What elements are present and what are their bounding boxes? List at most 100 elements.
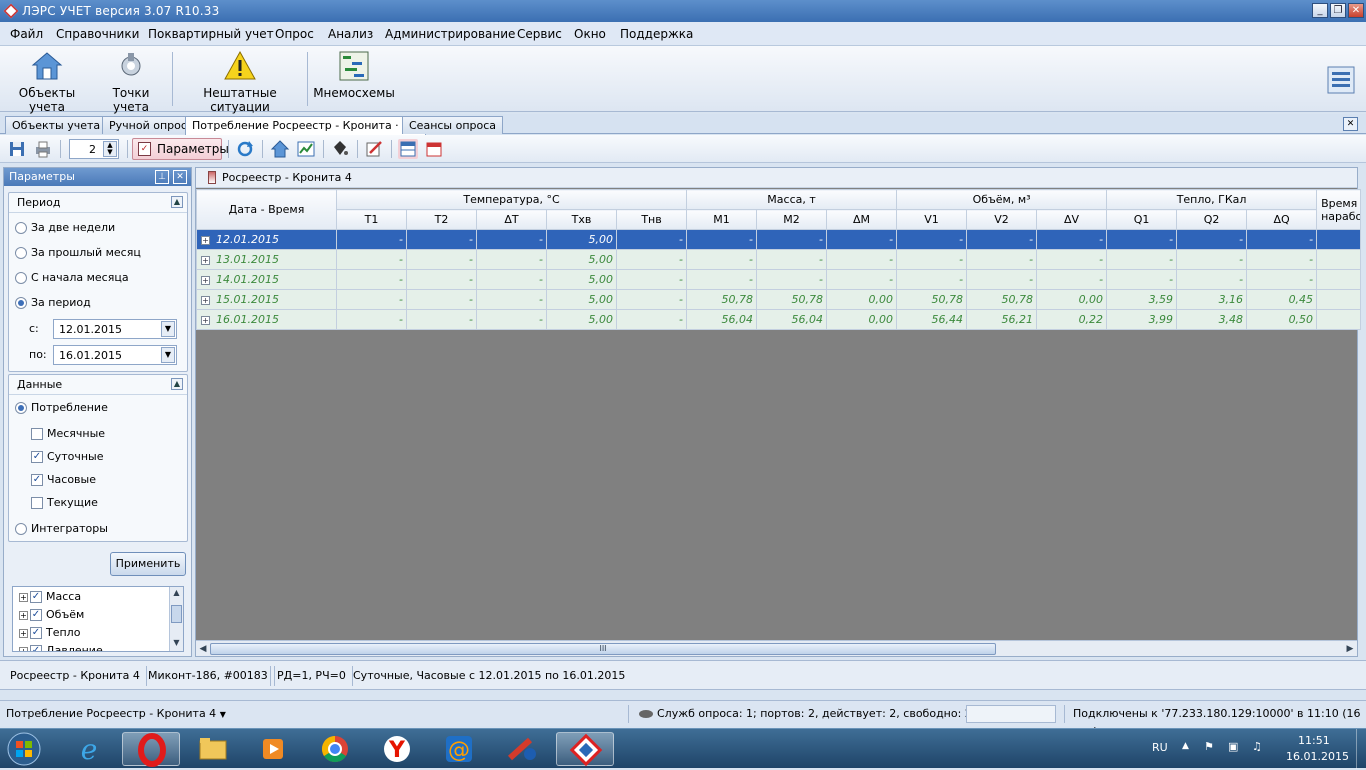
table-cell[interactable]: 56,44 <box>896 309 968 330</box>
column-header[interactable]: ΔT <box>476 209 547 230</box>
column-header[interactable]: Txв <box>546 209 617 230</box>
minimize-button[interactable]: _ <box>1312 3 1328 18</box>
to-date-field[interactable]: 16.01.2015 ▼ <box>53 345 177 365</box>
spinner-arrows-icon[interactable]: ▲ ▼ <box>103 141 117 157</box>
expand-icon[interactable]: + <box>201 255 210 265</box>
table-cell[interactable]: - <box>336 269 407 290</box>
expand-icon[interactable]: + <box>19 592 28 602</box>
close-button[interactable]: ✕ <box>1348 3 1364 18</box>
parameters-button[interactable]: ✓ Параметры <box>132 138 229 160</box>
scroll-down-icon[interactable]: ▼ <box>171 638 182 650</box>
column-header[interactable]: Q2 <box>1176 209 1248 230</box>
column-header[interactable]: ΔV <box>1036 209 1108 230</box>
media-player-icon[interactable] <box>244 732 302 766</box>
table-cell[interactable]: - <box>1106 249 1178 270</box>
from-date-field[interactable]: 12.01.2015 ▼ <box>53 319 177 339</box>
internet-explorer-icon[interactable]: e <box>60 732 118 766</box>
table-cell[interactable]: - <box>1246 229 1318 250</box>
flag-icon[interactable]: ⚑ <box>1204 740 1214 753</box>
menu-analysis[interactable]: Анализ <box>328 27 373 41</box>
consumption-radio[interactable]: Потребление <box>15 400 108 416</box>
pin-icon[interactable]: ⊥ <box>155 170 169 184</box>
mnemonics-button[interactable]: Мнемосхемы <box>312 50 396 108</box>
row-date-cell[interactable]: +13.01.2015 <box>196 249 337 270</box>
table-cell[interactable]: - <box>686 249 758 270</box>
column-header[interactable]: T2 <box>406 209 477 230</box>
show-desktop-button[interactable] <box>1356 729 1366 769</box>
tree-scrollbar[interactable]: ▲ ▼ <box>169 587 183 651</box>
column-header[interactable]: Тнв <box>615 209 688 230</box>
table-cell[interactable]: - <box>615 249 688 270</box>
table-cell[interactable]: 56,04 <box>686 309 758 330</box>
table-row[interactable]: +14.01.2015- - -5,00- - - - - - - - - - <box>196 269 1362 290</box>
menu-window[interactable]: Окно <box>574 27 606 41</box>
table-cell[interactable]: - <box>1246 269 1318 290</box>
table-cell[interactable]: - <box>1176 249 1248 270</box>
table-cell[interactable]: 50,78 <box>686 289 758 310</box>
table-cell[interactable]: - <box>1106 229 1178 250</box>
table-cell[interactable]: - <box>406 309 477 330</box>
table-cell[interactable]: - <box>615 289 688 310</box>
row-date-cell[interactable]: +12.01.2015 <box>196 229 337 250</box>
date-time-header[interactable]: Дата - Время <box>196 189 337 230</box>
objects-button[interactable]: Объекты учета <box>4 50 90 114</box>
table-cell[interactable]: - <box>476 289 547 310</box>
expand-icon[interactable]: + <box>19 628 28 638</box>
mail-agent-icon[interactable]: @ <box>430 732 488 766</box>
table-cell[interactable]: - <box>896 229 968 250</box>
chevron-down-icon[interactable]: ▼ <box>161 347 175 363</box>
ribbon-menu-icon[interactable] <box>1327 66 1355 94</box>
table-cell[interactable]: 56,21 <box>966 309 1038 330</box>
table-cell[interactable]: - <box>756 269 828 290</box>
chrome-icon[interactable] <box>306 732 364 766</box>
clock-time[interactable]: 11:51 <box>1298 734 1330 747</box>
column-header[interactable]: V2 <box>966 209 1038 230</box>
chart-icon[interactable] <box>296 139 316 159</box>
collapse-icon[interactable]: ▲ <box>171 378 183 390</box>
table-cell[interactable]: - <box>336 249 407 270</box>
table-cell[interactable]: - <box>476 229 547 250</box>
table-cell[interactable]: - <box>406 249 477 270</box>
table-cell[interactable]: - <box>966 269 1038 290</box>
table-cell[interactable]: 50,78 <box>896 289 968 310</box>
expand-icon[interactable]: + <box>201 315 210 325</box>
tree-item-heat[interactable]: + ✓ Тепло <box>19 625 80 641</box>
table-cell[interactable]: - <box>1036 269 1108 290</box>
tab-manual-poll[interactable]: Ручной опрос <box>102 116 194 134</box>
close-all-tabs-icon[interactable]: ✕ <box>1343 117 1358 131</box>
checkbox-checked-icon[interactable]: ✓ <box>30 627 42 639</box>
checkbox-checked-icon[interactable]: ✓ <box>30 645 42 651</box>
tab-sessions[interactable]: Сеансы опроса <box>402 116 504 134</box>
table-cell[interactable] <box>1316 309 1362 330</box>
tree-item-pressure[interactable]: + ✓ Давление <box>19 643 103 651</box>
opera-icon[interactable] <box>122 732 180 767</box>
table-cell[interactable]: - <box>476 269 547 290</box>
table-cell[interactable]: 5,00 <box>546 289 617 310</box>
network-icon[interactable]: ▣ <box>1228 740 1238 753</box>
menu-support[interactable]: Поддержка <box>620 27 693 41</box>
clock-date[interactable]: 16.01.2015 <box>1286 750 1349 763</box>
tab-objects[interactable]: Объекты учета <box>5 116 108 134</box>
expand-icon[interactable]: + <box>201 235 210 245</box>
table-cell[interactable] <box>1316 269 1362 290</box>
interval-spinner[interactable]: 2 ▲ ▼ <box>69 139 119 159</box>
row-date-cell[interactable]: +15.01.2015 <box>196 289 337 310</box>
table-cell[interactable]: - <box>756 229 828 250</box>
table-cell[interactable]: 0,50 <box>1246 309 1318 330</box>
table-cell[interactable]: - <box>756 249 828 270</box>
table-cell[interactable]: - <box>686 269 758 290</box>
table-cell[interactable]: - <box>336 289 407 310</box>
expand-icon[interactable]: + <box>19 610 28 620</box>
table-cell[interactable]: 5,00 <box>546 229 617 250</box>
integrators-radio[interactable]: Интеграторы <box>15 521 108 537</box>
table-cell[interactable]: - <box>1036 229 1108 250</box>
table-cell[interactable]: - <box>826 269 898 290</box>
edit-icon[interactable] <box>364 139 384 159</box>
table-cell[interactable]: - <box>686 229 758 250</box>
table-cell[interactable]: - <box>1176 229 1248 250</box>
collapse-icon[interactable]: ▲ <box>171 196 183 208</box>
table-cell[interactable]: - <box>615 269 688 290</box>
table-row[interactable]: +12.01.2015- - -5,00- - - - - - - - - - <box>196 229 1362 250</box>
menu-file[interactable]: Файл <box>10 27 43 41</box>
column-header[interactable]: M2 <box>756 209 828 230</box>
